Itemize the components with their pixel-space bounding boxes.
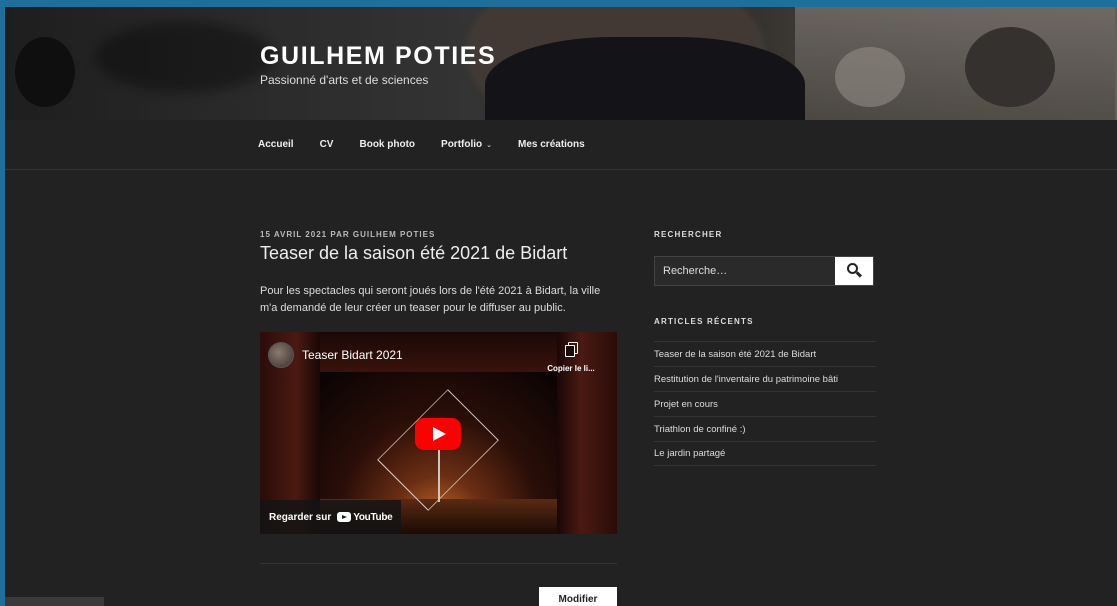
recent-post-link[interactable]: Projet en cours [654, 391, 876, 416]
edit-button[interactable]: Modifier [539, 587, 617, 606]
search-input[interactable] [655, 257, 835, 285]
copy-link-button[interactable]: Copier le li... [541, 342, 601, 376]
recent-post-link[interactable]: Le jardin partagé [654, 441, 876, 466]
bottom-left-bar [5, 597, 104, 606]
copy-icon [565, 342, 578, 357]
main-navigation: Accueil CV Book photo Portfolio ⌄ Mes cré… [5, 120, 1117, 170]
post-divider [260, 563, 617, 564]
nav-item-mes-creations[interactable]: Mes créations [518, 139, 585, 150]
video-title[interactable]: Teaser Bidart 2021 [302, 348, 403, 362]
recent-post-link[interactable]: Restitution de l'inventaire du patrimoin… [654, 366, 876, 391]
nav-item-portfolio[interactable]: Portfolio ⌄ [441, 139, 492, 150]
post-title: Teaser de la saison été 2021 de Bidart [260, 243, 568, 263]
youtube-logo-icon: YouTube [337, 512, 393, 523]
chevron-down-icon: ⌄ [486, 141, 493, 149]
watch-on-label: Regarder sur [269, 511, 332, 523]
watch-on-youtube-button[interactable]: Regarder sur YouTube [260, 500, 402, 534]
copy-link-label: Copier le li... [547, 364, 595, 373]
browser-viewport: GUILHEM POTIES Passionné d'arts et de sc… [5, 7, 1117, 606]
search-widget-title: RECHERCHER [654, 230, 723, 239]
site-title[interactable]: GUILHEM POTIES [260, 42, 496, 71]
nav-item-book-photo[interactable]: Book photo [359, 139, 415, 150]
site-description: Passionné d'arts et de sciences [260, 73, 429, 87]
nav-item-cv[interactable]: CV [320, 139, 334, 150]
channel-avatar[interactable] [268, 342, 294, 368]
search-form [654, 256, 874, 286]
header-image: GUILHEM POTIES Passionné d'arts et de sc… [5, 7, 1117, 120]
post-meta[interactable]: 15 AVRIL 2021 PAR GUILHEM POTIES [260, 230, 435, 239]
nav-item-accueil[interactable]: Accueil [258, 139, 294, 150]
recent-post-link[interactable]: Teaser de la saison été 2021 de Bidart [654, 341, 876, 366]
recent-posts-list: Teaser de la saison été 2021 de Bidart R… [654, 341, 876, 466]
recent-post-link[interactable]: Triathlon de confiné :) [654, 416, 876, 441]
play-icon[interactable] [415, 418, 461, 450]
post-body: Pour les spectacles qui seront joués lor… [260, 285, 601, 314]
recent-posts-title: ARTICLES RÉCENTS [654, 317, 754, 326]
youtube-embed[interactable]: Teaser Bidart 2021 Copier le li... Regar… [260, 332, 617, 534]
search-button[interactable] [835, 257, 873, 285]
